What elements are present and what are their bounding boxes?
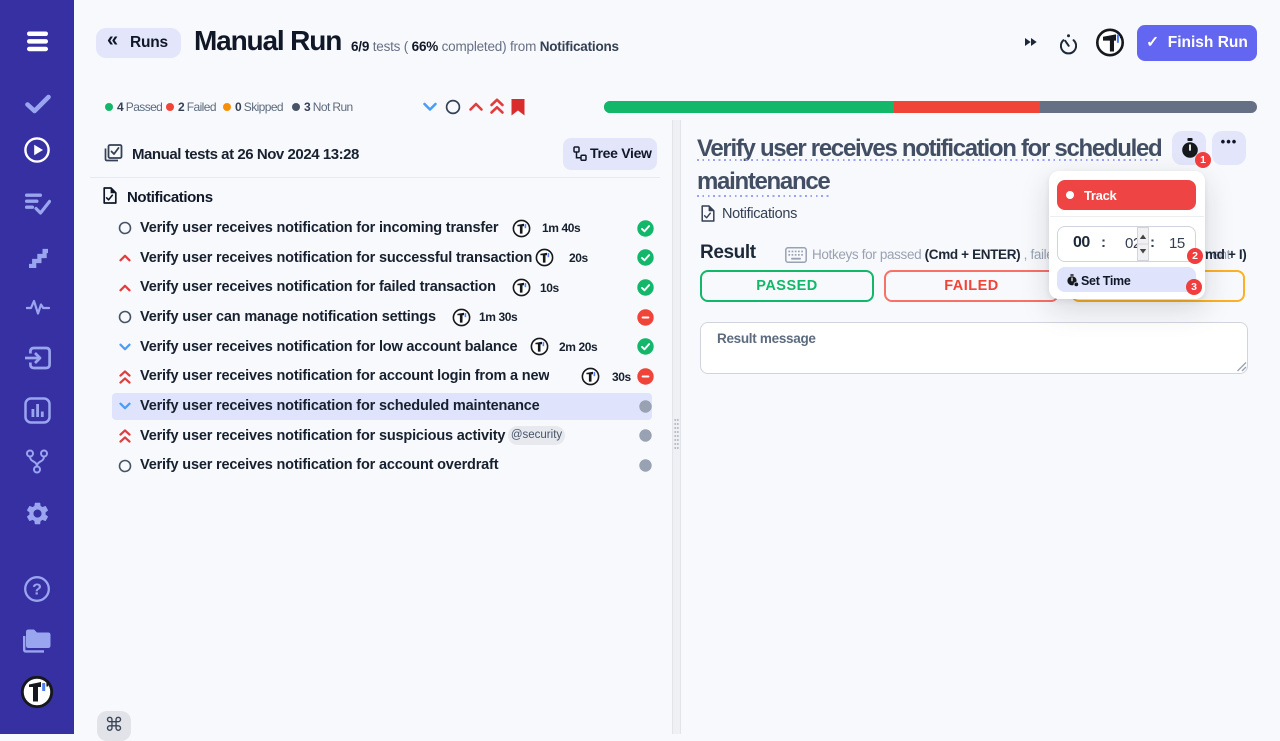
svg-text:?: ? xyxy=(32,582,42,599)
